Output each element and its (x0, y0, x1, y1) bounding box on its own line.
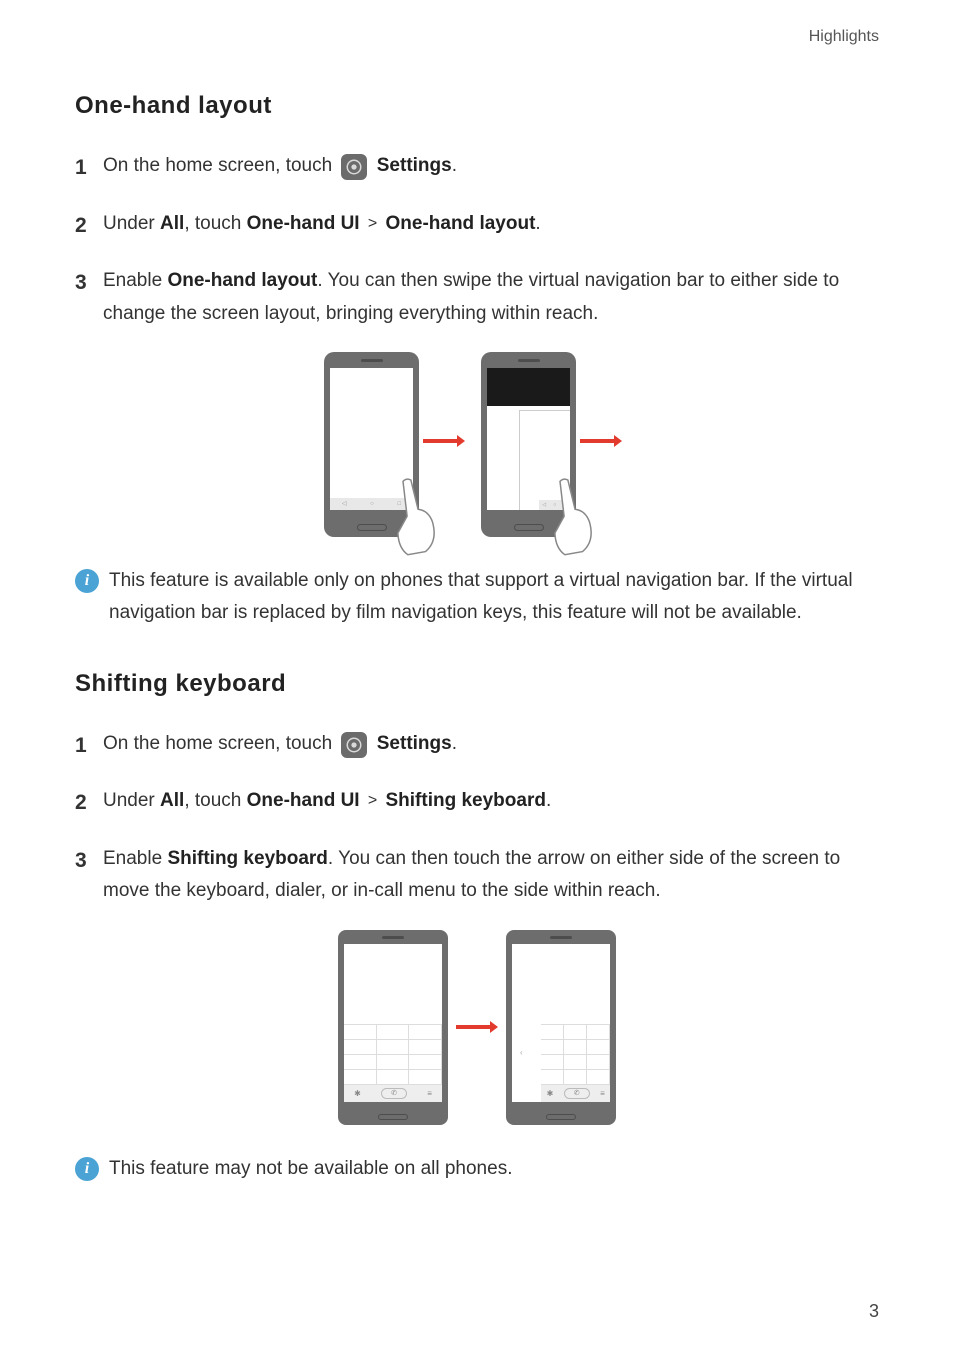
path-one-hand-layout: One-hand layout (386, 213, 536, 234)
note-text: This feature may not be available on all… (109, 1153, 879, 1185)
settings-icon (341, 732, 367, 758)
note-text: This feature is available only on phones… (109, 565, 879, 630)
settings-label: Settings (377, 155, 452, 176)
section-title-shifting: Shifting keyboard (75, 670, 879, 698)
text: , touch (184, 790, 246, 811)
step-3: 3 Enable One-hand layout. You can then s… (75, 265, 879, 330)
dialer-call-icon: ✆ (381, 1088, 407, 1099)
arrow-right-icon (580, 432, 622, 450)
info-note-2: i This feature may not be available on a… (75, 1153, 879, 1185)
step-number: 3 (75, 265, 103, 301)
step-body: Enable One-hand layout. You can then swi… (103, 265, 879, 330)
all-label: All (160, 790, 184, 811)
phone-dialer-after: ‹ ✱ ✆ ≡ (506, 930, 616, 1125)
feature-name: One-hand layout (167, 270, 317, 291)
finger-icon (382, 471, 445, 558)
section-title-one-hand: One-hand layout (75, 92, 879, 120)
step-body: Under All, touch One-hand UI > One-hand … (103, 208, 879, 240)
illustration-shifting: ✱ ✆ ≡ ‹ (75, 930, 879, 1125)
text: Enable (103, 848, 167, 869)
step-body: On the home screen, touch Settings. (103, 728, 879, 760)
arrow-right-icon (423, 432, 465, 450)
settings-icon (341, 154, 367, 180)
text: . (535, 213, 540, 234)
all-label: All (160, 213, 184, 234)
info-note: i This feature is available only on phon… (75, 565, 879, 630)
path-one-hand-ui: One-hand UI (247, 213, 360, 234)
dialer-call-icon: ✆ (564, 1088, 590, 1099)
step-number: 2 (75, 785, 103, 821)
dialer-star-icon: ✱ (547, 1089, 554, 1098)
text: . (452, 733, 457, 754)
dialer-bottom-bar: ✱ ✆ ≡ (541, 1085, 610, 1102)
text: . (546, 790, 551, 811)
text: . (452, 155, 457, 176)
dialer-star-icon: ✱ (354, 1089, 361, 1098)
step-number: 2 (75, 208, 103, 244)
step-number: 3 (75, 843, 103, 879)
text: On the home screen, touch (103, 155, 337, 176)
step-2-b: 2 Under All, touch One-hand UI > Shiftin… (75, 785, 879, 821)
illustration-one-hand: ◁ ○ □ ◁ ○ □ (75, 352, 879, 537)
step-number: 1 (75, 728, 103, 764)
phone-before: ◁ ○ □ (324, 352, 419, 537)
settings-label: Settings (377, 733, 452, 754)
text: Under (103, 213, 160, 234)
header-section-label: Highlights (809, 28, 879, 46)
dialer-menu-icon: ≡ (427, 1089, 432, 1098)
step-1: 1 On the home screen, touch Settings. (75, 150, 879, 186)
dialer-menu-icon: ≡ (600, 1089, 605, 1098)
step-body: On the home screen, touch Settings. (103, 150, 879, 182)
feature-name: Shifting keyboard (167, 848, 327, 869)
breadcrumb-separator: > (368, 792, 377, 809)
nav-home-icon: ○ (370, 501, 374, 507)
page-number: 3 (869, 1301, 879, 1322)
step-number: 1 (75, 150, 103, 186)
step-1-b: 1 On the home screen, touch Settings. (75, 728, 879, 764)
info-icon: i (75, 1157, 99, 1181)
phone-after: ◁ ○ □ (481, 352, 576, 537)
text: Under (103, 790, 160, 811)
arrow-right-icon (456, 1018, 498, 1036)
finger-icon (539, 471, 602, 558)
path-one-hand-ui: One-hand UI (247, 790, 360, 811)
phone-dialer-before: ✱ ✆ ≡ (338, 930, 448, 1125)
text: Enable (103, 270, 167, 291)
nav-back-icon: ◁ (342, 500, 347, 507)
step-2: 2 Under All, touch One-hand UI > One-han… (75, 208, 879, 244)
step-3-b: 3 Enable Shifting keyboard. You can then… (75, 843, 879, 908)
text: , touch (184, 213, 246, 234)
breadcrumb-separator: > (368, 215, 377, 232)
step-body: Enable Shifting keyboard. You can then t… (103, 843, 879, 908)
path-shifting-keyboard: Shifting keyboard (386, 790, 546, 811)
dialer-bottom-bar: ✱ ✆ ≡ (344, 1085, 442, 1102)
step-body: Under All, touch One-hand UI > Shifting … (103, 785, 879, 817)
info-icon: i (75, 569, 99, 593)
text: On the home screen, touch (103, 733, 337, 754)
